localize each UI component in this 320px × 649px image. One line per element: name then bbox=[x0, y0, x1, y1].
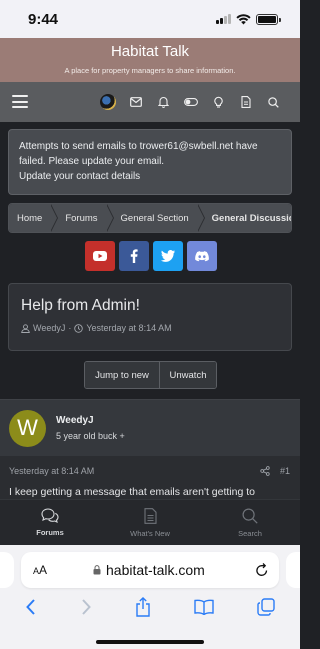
aa-large: A bbox=[39, 563, 48, 577]
forward-icon[interactable] bbox=[80, 598, 92, 616]
toggle-icon[interactable] bbox=[181, 92, 201, 112]
discord-icon bbox=[195, 250, 209, 261]
breadcrumb-general-discussion[interactable]: General Discussion bbox=[196, 204, 291, 232]
tab-search[interactable]: Search bbox=[200, 500, 300, 545]
share-icon[interactable] bbox=[260, 466, 270, 476]
next-tab-peek[interactable] bbox=[286, 552, 300, 588]
thread-date[interactable]: Yesterday at 8:14 AM bbox=[86, 323, 171, 333]
discord-button[interactable] bbox=[187, 241, 217, 271]
wifi-icon bbox=[236, 13, 251, 24]
post-date[interactable]: Yesterday at 8:14 AM bbox=[9, 466, 94, 476]
tab-whats-new[interactable]: What's New bbox=[100, 500, 200, 545]
twitter-button[interactable] bbox=[153, 241, 183, 271]
post-body: I keep getting a message that emails are… bbox=[9, 486, 255, 498]
avatar[interactable]: W bbox=[9, 409, 46, 447]
post-header: Yesterday at 8:14 AM #1 bbox=[0, 456, 300, 486]
reload-icon[interactable] bbox=[255, 562, 269, 578]
post-user-block: W WeedyJ 5 year old buck + bbox=[0, 400, 300, 456]
nav-icons bbox=[98, 92, 283, 112]
status-bar: 9:44 bbox=[0, 0, 300, 38]
bottom-tab-bar: Forums What's New Search bbox=[0, 499, 300, 545]
status-time: 9:44 bbox=[28, 10, 59, 28]
bookmarks-icon[interactable] bbox=[194, 599, 214, 615]
search-icon[interactable] bbox=[263, 92, 283, 112]
breadcrumb: Home Forums General Section General Disc… bbox=[8, 203, 292, 233]
notice-line-1: Attempts to send emails to trower61@swbe… bbox=[19, 141, 258, 152]
battery-icon bbox=[256, 13, 281, 25]
lightbulb-icon[interactable] bbox=[208, 92, 228, 112]
cellular-signal-icon bbox=[216, 14, 231, 24]
document-icon[interactable] bbox=[236, 92, 256, 112]
update-contact-link[interactable]: Update your contact details bbox=[19, 169, 281, 184]
post-header-actions: #1 bbox=[260, 466, 290, 476]
thread-meta: WeedyJ · Yesterday at 8:14 AM bbox=[21, 323, 279, 333]
clock-icon bbox=[74, 323, 84, 333]
breadcrumb-general-section[interactable]: General Section bbox=[105, 204, 205, 232]
post: W WeedyJ 5 year old buck + Yesterday at … bbox=[0, 399, 300, 499]
post-user-info: WeedyJ 5 year old buck + bbox=[56, 415, 125, 441]
site-header[interactable]: Habitat Talk A place for property manage… bbox=[0, 38, 300, 82]
thread-actions: Jump to new Unwatch bbox=[84, 361, 217, 389]
thread-header: Help from Admin! WeedyJ · Yesterday at 8… bbox=[8, 283, 292, 351]
email-failure-notice: Attempts to send emails to trower61@swbe… bbox=[8, 129, 292, 195]
menu-icon[interactable] bbox=[12, 95, 28, 108]
facebook-icon bbox=[130, 249, 138, 263]
tab-forums[interactable]: Forums bbox=[0, 500, 100, 545]
address-bar[interactable]: AA habitat-talk.com bbox=[21, 552, 279, 588]
meta-separator: · bbox=[68, 323, 72, 333]
url-display[interactable]: habitat-talk.com bbox=[93, 562, 205, 578]
post-user-title: 5 year old buck + bbox=[56, 431, 125, 441]
mail-icon[interactable] bbox=[126, 92, 146, 112]
unwatch-button[interactable]: Unwatch bbox=[159, 362, 216, 388]
breadcrumb-home[interactable]: Home bbox=[9, 204, 59, 232]
account-avatar-button[interactable] bbox=[98, 92, 118, 112]
notice-line-2: failed. Please update your email. bbox=[19, 156, 165, 167]
tab-label: What's New bbox=[130, 529, 170, 538]
url-text: habitat-talk.com bbox=[106, 562, 205, 578]
post-number[interactable]: #1 bbox=[280, 466, 290, 476]
bell-icon[interactable] bbox=[153, 92, 173, 112]
share-buttons bbox=[85, 241, 217, 271]
tabs-icon[interactable] bbox=[256, 598, 275, 616]
safari-tool-row bbox=[0, 595, 300, 619]
facebook-button[interactable] bbox=[119, 241, 149, 271]
thread-author[interactable]: WeedyJ bbox=[33, 323, 65, 333]
nav-bar bbox=[0, 82, 300, 122]
user-icon bbox=[21, 323, 30, 333]
share-icon[interactable] bbox=[135, 597, 151, 617]
tab-label: Forums bbox=[36, 528, 64, 537]
thread-title: Help from Admin! bbox=[21, 297, 140, 314]
previous-tab-peek[interactable] bbox=[0, 552, 14, 588]
reader-options-button[interactable]: AA bbox=[33, 563, 47, 577]
site-subtitle: A place for property managers to share i… bbox=[64, 66, 236, 75]
tab-label: Search bbox=[238, 529, 262, 538]
avatar bbox=[100, 94, 116, 110]
site-title[interactable]: Habitat Talk bbox=[0, 38, 300, 60]
post-username[interactable]: WeedyJ bbox=[56, 415, 125, 426]
document-icon bbox=[143, 508, 157, 524]
chat-bubbles-icon bbox=[41, 508, 59, 523]
jump-to-new-button[interactable]: Jump to new bbox=[85, 362, 159, 388]
youtube-icon bbox=[93, 251, 107, 261]
safari-toolbar: AA habitat-talk.com bbox=[0, 545, 300, 649]
status-icons bbox=[216, 13, 281, 25]
search-icon bbox=[242, 508, 258, 524]
youtube-button[interactable] bbox=[85, 241, 115, 271]
twitter-icon bbox=[161, 250, 175, 262]
home-indicator[interactable] bbox=[96, 640, 204, 644]
back-icon[interactable] bbox=[25, 598, 37, 616]
breadcrumb-forums[interactable]: Forums bbox=[50, 204, 114, 232]
lock-icon bbox=[93, 565, 101, 575]
